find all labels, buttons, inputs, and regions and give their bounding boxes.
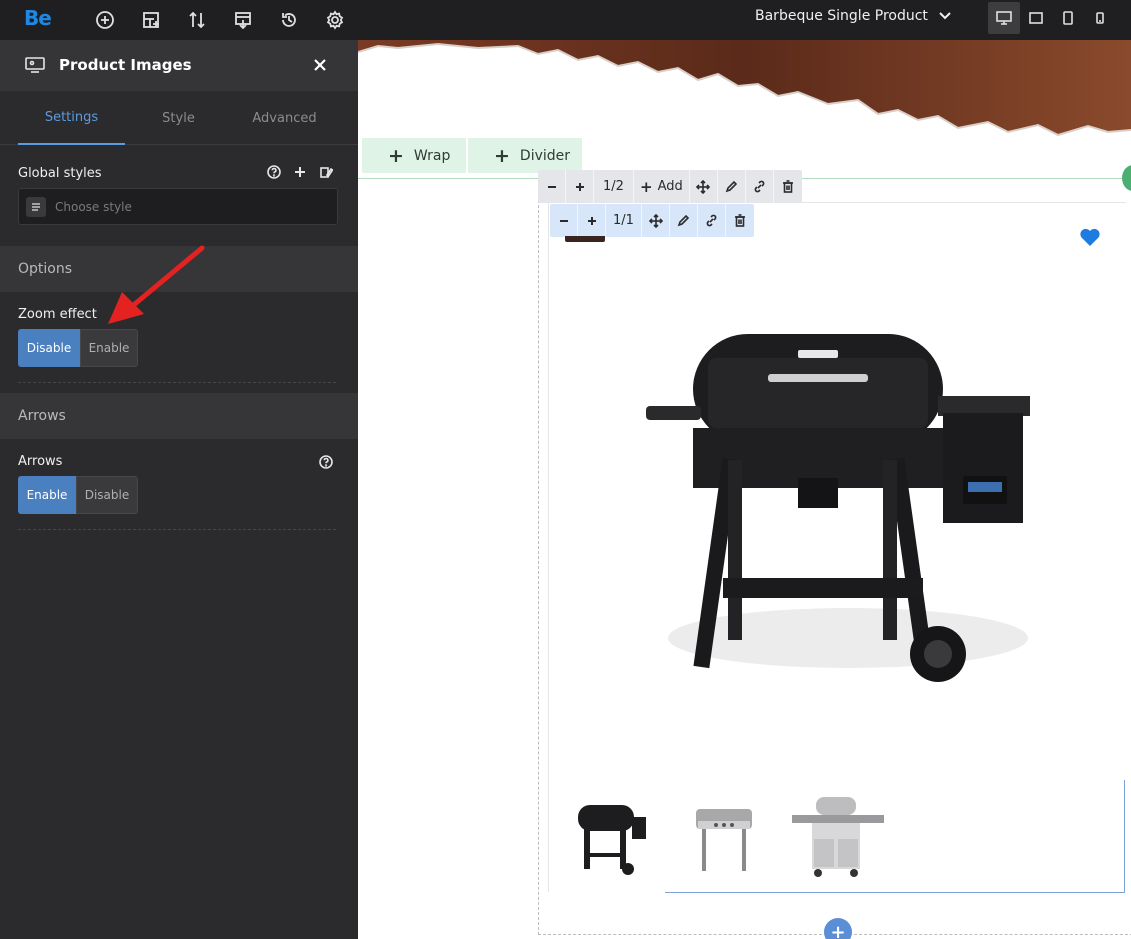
- desktop-icon[interactable]: [988, 2, 1020, 34]
- monitor-icon: [25, 56, 45, 78]
- element-toolbar: 1/1: [550, 204, 754, 237]
- choose-style-select[interactable]: Choose style: [18, 188, 338, 225]
- move-icon[interactable]: [690, 170, 718, 203]
- page-selector[interactable]: Barbeque Single Product: [755, 8, 952, 24]
- plus-icon: +: [388, 144, 404, 167]
- divider: [18, 382, 336, 383]
- zoom-enable-button[interactable]: Enable: [80, 329, 138, 367]
- laptop-icon[interactable]: [1020, 2, 1052, 34]
- wrap-toolbar: 1/2 + Add: [538, 170, 802, 203]
- top-bar: Be Barbeque Single Product: [0, 0, 1131, 40]
- decrease-size-button[interactable]: [538, 170, 566, 203]
- arrows-enable-button[interactable]: Enable: [18, 476, 76, 514]
- add-element-button[interactable]: + Add: [634, 170, 690, 203]
- arrows-section-header[interactable]: Arrows: [0, 393, 358, 439]
- heart-icon[interactable]: [1079, 227, 1101, 247]
- zoom-effect-label: Zoom effect: [18, 307, 97, 322]
- zoom-effect-toggle: Disable Enable: [18, 329, 138, 367]
- settings-sidebar: Product Images Settings Style Advanced G…: [0, 40, 358, 939]
- delete-icon[interactable]: [726, 204, 754, 237]
- settings-icon[interactable]: [323, 8, 347, 32]
- thumbnail-image[interactable]: [686, 795, 766, 880]
- help-icon[interactable]: [319, 454, 333, 469]
- thumbnail-image[interactable]: [788, 795, 888, 880]
- product-main-image[interactable]: [638, 328, 1038, 698]
- list-icon: [26, 197, 46, 217]
- device-switcher: [988, 2, 1116, 34]
- global-styles-actions: [266, 164, 334, 180]
- add-divider-button[interactable]: + Divider: [468, 138, 582, 173]
- size-ratio[interactable]: 1/2: [594, 170, 634, 203]
- export-icon[interactable]: [231, 8, 255, 32]
- sort-icon[interactable]: [185, 8, 209, 32]
- edit-style-icon[interactable]: [318, 164, 334, 180]
- mobile-icon[interactable]: [1084, 2, 1116, 34]
- add-wrap-button[interactable]: + Wrap: [362, 138, 466, 173]
- editor-canvas[interactable]: + Wrap + Divider 1/2 + Add 1/1 +: [358, 40, 1131, 939]
- arrows-disable-button[interactable]: Disable: [76, 476, 138, 514]
- help-icon[interactable]: [266, 164, 282, 180]
- header-background-image: [358, 40, 1131, 137]
- add-label: Add: [657, 179, 683, 194]
- choose-style-placeholder: Choose style: [55, 200, 132, 214]
- add-style-icon[interactable]: [292, 164, 308, 180]
- edit-icon[interactable]: [718, 170, 746, 203]
- tab-style[interactable]: Style: [125, 91, 232, 145]
- arrows-label: Arrows: [18, 454, 63, 469]
- selection-outline: [1124, 780, 1125, 893]
- thumbnail-image[interactable]: [566, 795, 656, 880]
- size-ratio[interactable]: 1/1: [606, 204, 642, 237]
- delete-icon[interactable]: [774, 170, 802, 203]
- edit-icon[interactable]: [670, 204, 698, 237]
- wrap-label: Wrap: [413, 147, 451, 164]
- divider-label: Divider: [519, 147, 571, 164]
- zoom-disable-button[interactable]: Disable: [18, 329, 80, 367]
- chevron-down-icon: [939, 12, 951, 20]
- panel-title: Product Images: [59, 56, 192, 74]
- move-icon[interactable]: [642, 204, 670, 237]
- global-styles-label: Global styles: [18, 166, 102, 181]
- annotation-arrow-icon: [108, 245, 205, 324]
- arrows-toggle: Enable Disable: [18, 476, 138, 514]
- layout-add-icon[interactable]: [139, 8, 163, 32]
- tablet-icon[interactable]: [1052, 2, 1084, 34]
- history-icon[interactable]: [277, 8, 301, 32]
- increase-size-button[interactable]: [566, 170, 594, 203]
- increase-size-button[interactable]: [578, 204, 606, 237]
- plus-icon: +: [494, 144, 510, 167]
- sale-badge: [565, 236, 605, 242]
- page-selector-label: Barbeque Single Product: [755, 8, 928, 24]
- decrease-size-button[interactable]: [550, 204, 578, 237]
- close-icon[interactable]: [310, 55, 330, 75]
- tab-advanced[interactable]: Advanced: [231, 91, 338, 145]
- selection-outline: [665, 892, 1125, 893]
- panel-tabs: Settings Style Advanced: [0, 91, 358, 145]
- add-section-button[interactable]: +: [824, 918, 852, 939]
- panel-header: Product Images: [0, 40, 358, 91]
- app-logo[interactable]: Be: [24, 6, 52, 30]
- duplicate-icon[interactable]: [698, 204, 726, 237]
- divider: [18, 529, 336, 530]
- duplicate-icon[interactable]: [746, 170, 774, 203]
- add-circle-icon[interactable]: [93, 8, 117, 32]
- tab-settings[interactable]: Settings: [18, 91, 125, 145]
